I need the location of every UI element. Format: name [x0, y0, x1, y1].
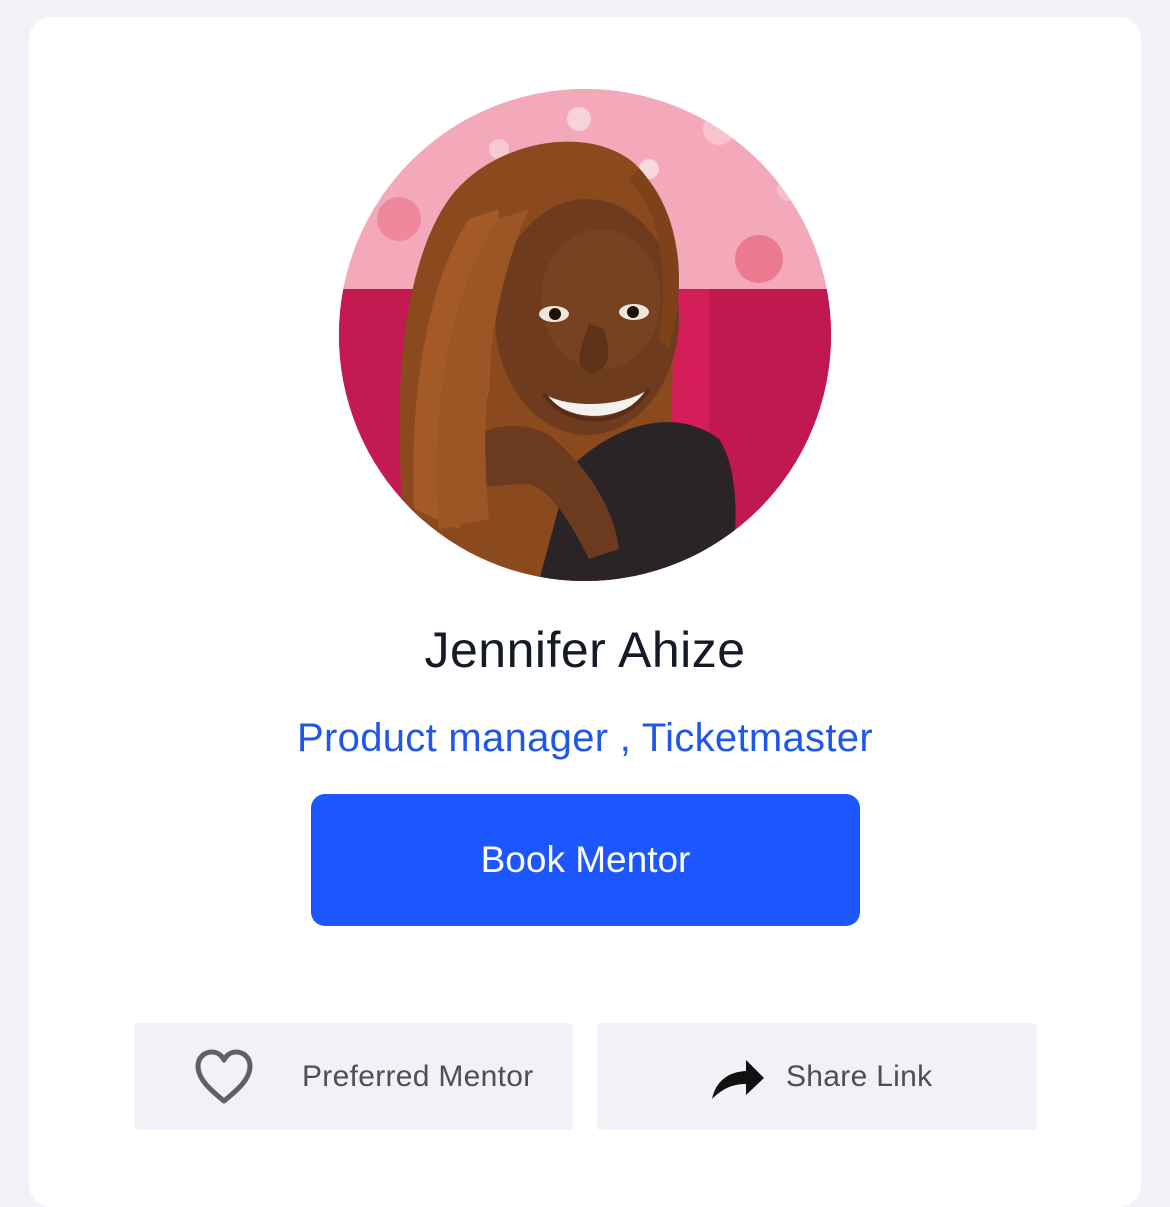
avatar — [339, 89, 831, 581]
book-mentor-label: Book Mentor — [480, 839, 691, 880]
mentor-profile-card: Jennifer Ahize Product manager , Ticketm… — [29, 17, 1141, 1207]
mentor-name: Jennifer Ahize — [424, 622, 746, 678]
share-link-label: Share Link — [786, 1060, 933, 1093]
heart-outline-icon — [195, 1049, 253, 1104]
mentor-role: Product manager , Ticketmaster — [297, 716, 873, 760]
share-arrow-icon — [712, 1060, 764, 1099]
preferred-mentor-button[interactable]: Preferred Mentor — [134, 1023, 573, 1130]
share-link-button[interactable]: Share Link — [597, 1023, 1037, 1130]
book-mentor-button[interactable]: Book Mentor — [311, 794, 860, 926]
avatar-photo — [339, 89, 831, 581]
preferred-mentor-label: Preferred Mentor — [302, 1060, 534, 1093]
